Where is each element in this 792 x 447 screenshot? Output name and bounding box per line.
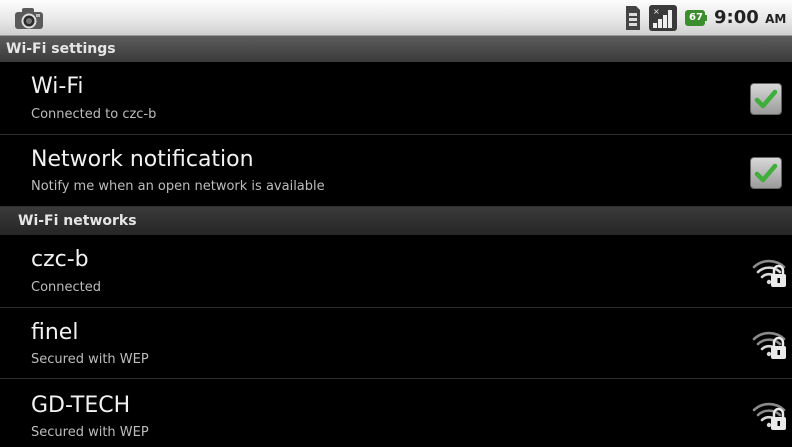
wifi-locked-icon <box>752 398 788 436</box>
network-name: finel <box>31 320 79 345</box>
network-name: GD-TECH <box>31 393 131 418</box>
battery-level: 67 <box>689 12 703 23</box>
network-status: Secured with WEP <box>31 425 149 440</box>
network-name: czc-b <box>31 247 89 272</box>
wifi-networks-header: Wi-Fi networks <box>0 207 792 235</box>
network-item-gd-tech[interactable]: GD-TECH Secured with WEP <box>0 379 792 447</box>
signal-icon: × <box>649 5 677 35</box>
clock-ampm: AM <box>765 12 787 26</box>
clock: 9:00 AM <box>714 6 786 31</box>
checkmark-icon <box>754 89 778 109</box>
svg-text:×: × <box>653 7 660 16</box>
network-notification-checkbox[interactable] <box>750 157 782 189</box>
android-screen: × 67 9:00 AM Wi-Fi settings Wi-Fi Connec… <box>0 0 792 447</box>
network-status: Secured with WEP <box>31 352 149 367</box>
status-bar: × 67 9:00 AM <box>0 0 792 36</box>
wifi-locked-icon <box>752 255 788 293</box>
wifi-settings-header: Wi-Fi settings <box>0 36 792 62</box>
network-item-czc-b[interactable]: czc-b Connected <box>0 235 792 308</box>
wifi-checkbox[interactable] <box>750 83 782 115</box>
camera-icon <box>12 6 46 34</box>
wifi-toggle-summary: Connected to czc-b <box>31 107 157 122</box>
network-notification-row[interactable]: Network notification Notify me when an o… <box>0 135 792 207</box>
wifi-locked-icon <box>752 327 788 365</box>
wifi-toggle-title: Wi-Fi <box>31 74 84 99</box>
network-status: Connected <box>31 280 102 295</box>
clock-time: 9:00 <box>714 7 759 28</box>
battery-icon: 67 <box>684 6 708 30</box>
wifi-toggle-row[interactable]: Wi-Fi Connected to czc-b <box>0 62 792 135</box>
network-notification-summary: Notify me when an open network is availa… <box>31 179 325 194</box>
checkmark-icon <box>754 163 778 183</box>
sim-card-icon <box>624 5 642 35</box>
network-notification-title: Network notification <box>31 147 254 172</box>
network-item-finel[interactable]: finel Secured with WEP <box>0 308 792 379</box>
